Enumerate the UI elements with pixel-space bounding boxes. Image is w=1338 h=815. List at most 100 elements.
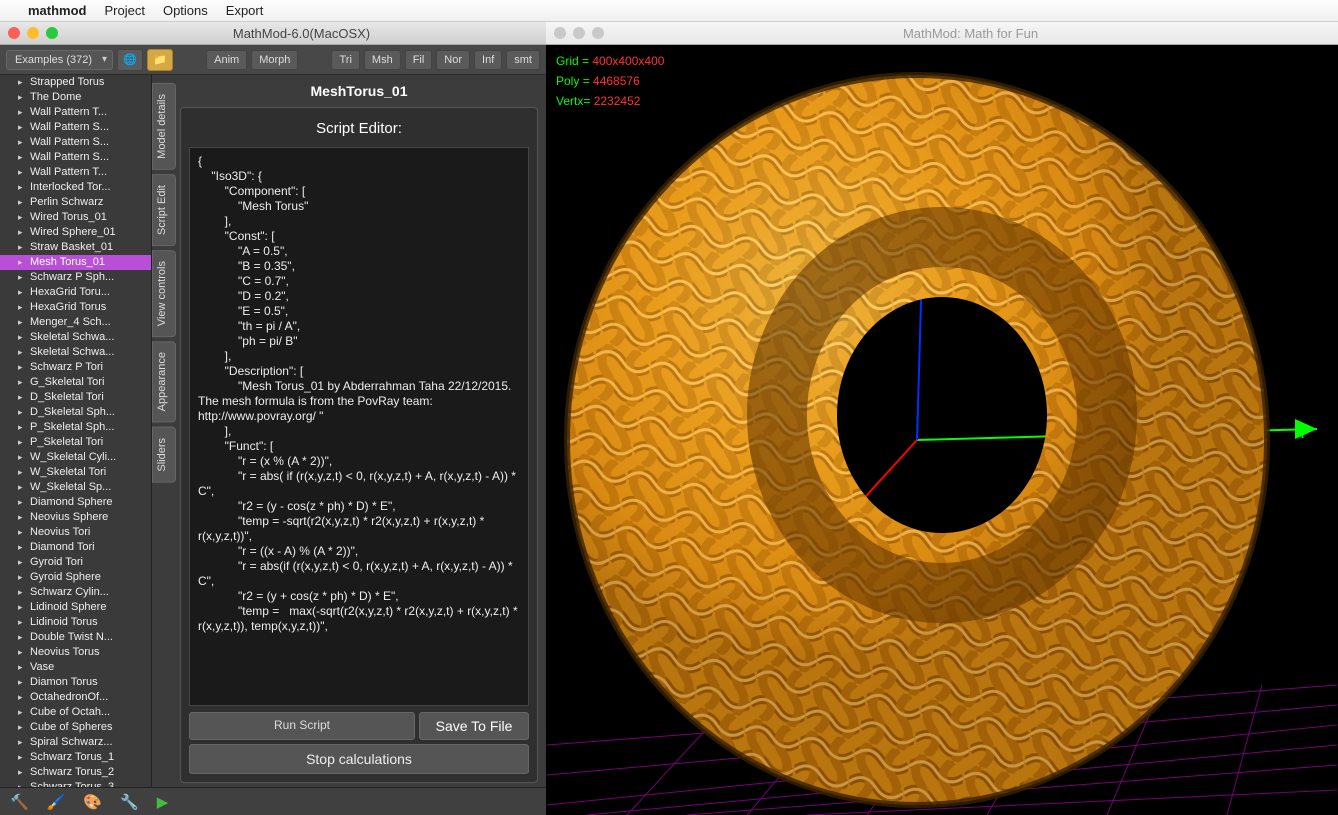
tree-item[interactable]: Diamond Sphere — [0, 495, 151, 510]
tree-item[interactable]: Wired Torus_01 — [0, 210, 151, 225]
tree-item[interactable]: Vase — [0, 660, 151, 675]
tree-item[interactable]: Schwarz Torus_1 — [0, 750, 151, 765]
tree-item[interactable]: Wired Sphere_01 — [0, 225, 151, 240]
tree-item[interactable]: Lidinoid Sphere — [0, 600, 151, 615]
vertical-tab[interactable]: Sliders — [152, 427, 176, 483]
vertical-tab[interactable]: Model details — [152, 83, 176, 170]
globe-icon[interactable]: 🌐 — [117, 49, 143, 71]
tree-item[interactable]: Skeletal Schwa... — [0, 330, 151, 345]
tree-item[interactable]: Gyroid Tori — [0, 555, 151, 570]
tree-item[interactable]: Wall Pattern T... — [0, 165, 151, 180]
vertical-tab[interactable]: Appearance — [152, 341, 176, 422]
tree-item[interactable]: Cube of Spheres — [0, 720, 151, 735]
tree-item[interactable]: Diamon Torus — [0, 675, 151, 690]
vertical-tabs: Model details Script Edit View controls App… — [152, 75, 176, 787]
smt-button[interactable]: smt — [506, 50, 540, 70]
tree-item[interactable]: W_Skeletal Sp... — [0, 480, 151, 495]
left-window: MathMod-6.0(MacOSX) Examples (372) 🌐 📁 A… — [0, 22, 546, 815]
tree-item[interactable]: Spiral Schwarz... — [0, 735, 151, 750]
menu-options[interactable]: Options — [163, 3, 208, 18]
tree-item[interactable]: W_Skeletal Cyli... — [0, 450, 151, 465]
torus-render — [546, 45, 1338, 815]
tree-item[interactable]: HexaGrid Toru... — [0, 285, 151, 300]
tree-item[interactable]: Diamond Tori — [0, 540, 151, 555]
tree-item[interactable]: Double Twist N... — [0, 630, 151, 645]
script-code-area[interactable]: { "Iso3D": { "Component": [ "Mesh Torus"… — [189, 147, 529, 706]
run-script-button[interactable]: Run Script — [189, 712, 415, 740]
tree-item[interactable]: OctahedronOf... — [0, 690, 151, 705]
tree-item[interactable]: Wall Pattern T... — [0, 105, 151, 120]
model-name-label: MeshTorus_01 — [180, 79, 538, 107]
wrench-icon[interactable]: 🔧 — [120, 793, 139, 811]
vertical-tab[interactable]: Script Edit — [152, 174, 176, 246]
tree-item[interactable]: Neovius Torus — [0, 645, 151, 660]
tree-item[interactable]: Strapped Torus — [0, 75, 151, 90]
maximize-icon[interactable] — [592, 27, 604, 39]
msh-button[interactable]: Msh — [364, 50, 401, 70]
menu-project[interactable]: Project — [105, 3, 145, 18]
tree-item[interactable]: G_Skeletal Tori — [0, 375, 151, 390]
tree-item[interactable]: P_Skeletal Tori — [0, 435, 151, 450]
tree-item[interactable]: Perlin Schwarz — [0, 195, 151, 210]
close-icon[interactable] — [8, 27, 20, 39]
tree-item[interactable]: Schwarz Torus_2 — [0, 765, 151, 780]
left-titlebar[interactable]: MathMod-6.0(MacOSX) — [0, 22, 546, 45]
morph-button[interactable]: Morph — [251, 50, 298, 70]
maximize-icon[interactable] — [46, 27, 58, 39]
tree-item[interactable]: Schwarz P Tori — [0, 360, 151, 375]
tree-item[interactable]: HexaGrid Torus — [0, 300, 151, 315]
tree-item[interactable]: Schwarz P Sph... — [0, 270, 151, 285]
play-icon[interactable]: ▶ — [157, 793, 169, 811]
tree-item[interactable]: Wall Pattern S... — [0, 135, 151, 150]
fil-button[interactable]: Fil — [405, 50, 433, 70]
nor-button[interactable]: Nor — [436, 50, 470, 70]
tree-item[interactable]: Wall Pattern S... — [0, 150, 151, 165]
render-stats: Grid = 400x400x400 Poly = 4468576 Vertx=… — [556, 51, 664, 111]
right-window-title: MathMod: Math for Fun — [611, 26, 1330, 41]
examples-dropdown[interactable]: Examples (372) — [6, 50, 113, 70]
save-to-file-button[interactable]: Save To File — [419, 712, 529, 740]
inf-button[interactable]: Inf — [474, 50, 502, 70]
tree-item[interactable]: Mesh Torus_01 — [0, 255, 151, 270]
tree-item[interactable]: P_Skeletal Sph... — [0, 420, 151, 435]
vertical-tab[interactable]: View controls — [152, 250, 176, 337]
menu-export[interactable]: Export — [226, 3, 264, 18]
script-editor-title: Script Editor: — [181, 108, 537, 147]
tree-item[interactable]: W_Skeletal Tori — [0, 465, 151, 480]
model-tree[interactable]: Strapped TorusThe DomeWall Pattern T...W… — [0, 75, 152, 787]
tree-item[interactable]: Interlocked Tor... — [0, 180, 151, 195]
tree-item[interactable]: Lidinoid Torus — [0, 615, 151, 630]
tree-item[interactable]: Neovius Sphere — [0, 510, 151, 525]
tree-item[interactable]: Schwarz Cylin... — [0, 585, 151, 600]
axis-y-label: Y — [1297, 422, 1308, 443]
tree-item[interactable]: Straw Basket_01 — [0, 240, 151, 255]
tree-item[interactable]: The Dome — [0, 90, 151, 105]
hammer-icon[interactable]: 🔨 — [10, 793, 29, 811]
mac-menubar: mathmod Project Options Export — [0, 0, 1338, 22]
editor-panel: MeshTorus_01 Script Editor: { "Iso3D": {… — [176, 75, 546, 787]
tree-item[interactable]: D_Skeletal Sph... — [0, 405, 151, 420]
tree-item[interactable]: Cube of Octah... — [0, 705, 151, 720]
toolbar: Examples (372) 🌐 📁 Anim Morph Tri Msh Fi… — [0, 45, 546, 75]
left-window-title: MathMod-6.0(MacOSX) — [65, 26, 538, 41]
palette-icon[interactable]: 🎨 — [83, 793, 102, 811]
tree-item[interactable]: Gyroid Sphere — [0, 570, 151, 585]
minimize-icon[interactable] — [27, 27, 39, 39]
tree-item[interactable]: Neovius Tori — [0, 525, 151, 540]
tree-item[interactable]: Schwarz Torus_3 — [0, 780, 151, 787]
tri-button[interactable]: Tri — [331, 50, 359, 70]
menu-app[interactable]: mathmod — [28, 3, 87, 18]
close-icon[interactable] — [554, 27, 566, 39]
stop-calculations-button[interactable]: Stop calculations — [189, 744, 529, 774]
tree-item[interactable]: Menger_4 Sch... — [0, 315, 151, 330]
3d-viewport[interactable]: Grid = 400x400x400 Poly = 4468576 Vertx=… — [546, 45, 1338, 815]
brush-icon[interactable]: 🖌️ — [47, 793, 66, 811]
tree-item[interactable]: Skeletal Schwa... — [0, 345, 151, 360]
minimize-icon[interactable] — [573, 27, 585, 39]
anim-button[interactable]: Anim — [206, 50, 247, 70]
tree-item[interactable]: Wall Pattern S... — [0, 120, 151, 135]
folder-icon[interactable]: 📁 — [147, 49, 173, 71]
tree-item[interactable]: D_Skeletal Tori — [0, 390, 151, 405]
bottom-toolbar: 🔨 🖌️ 🎨 🔧 ▶ — [0, 787, 546, 815]
right-titlebar[interactable]: MathMod: Math for Fun — [546, 22, 1338, 45]
